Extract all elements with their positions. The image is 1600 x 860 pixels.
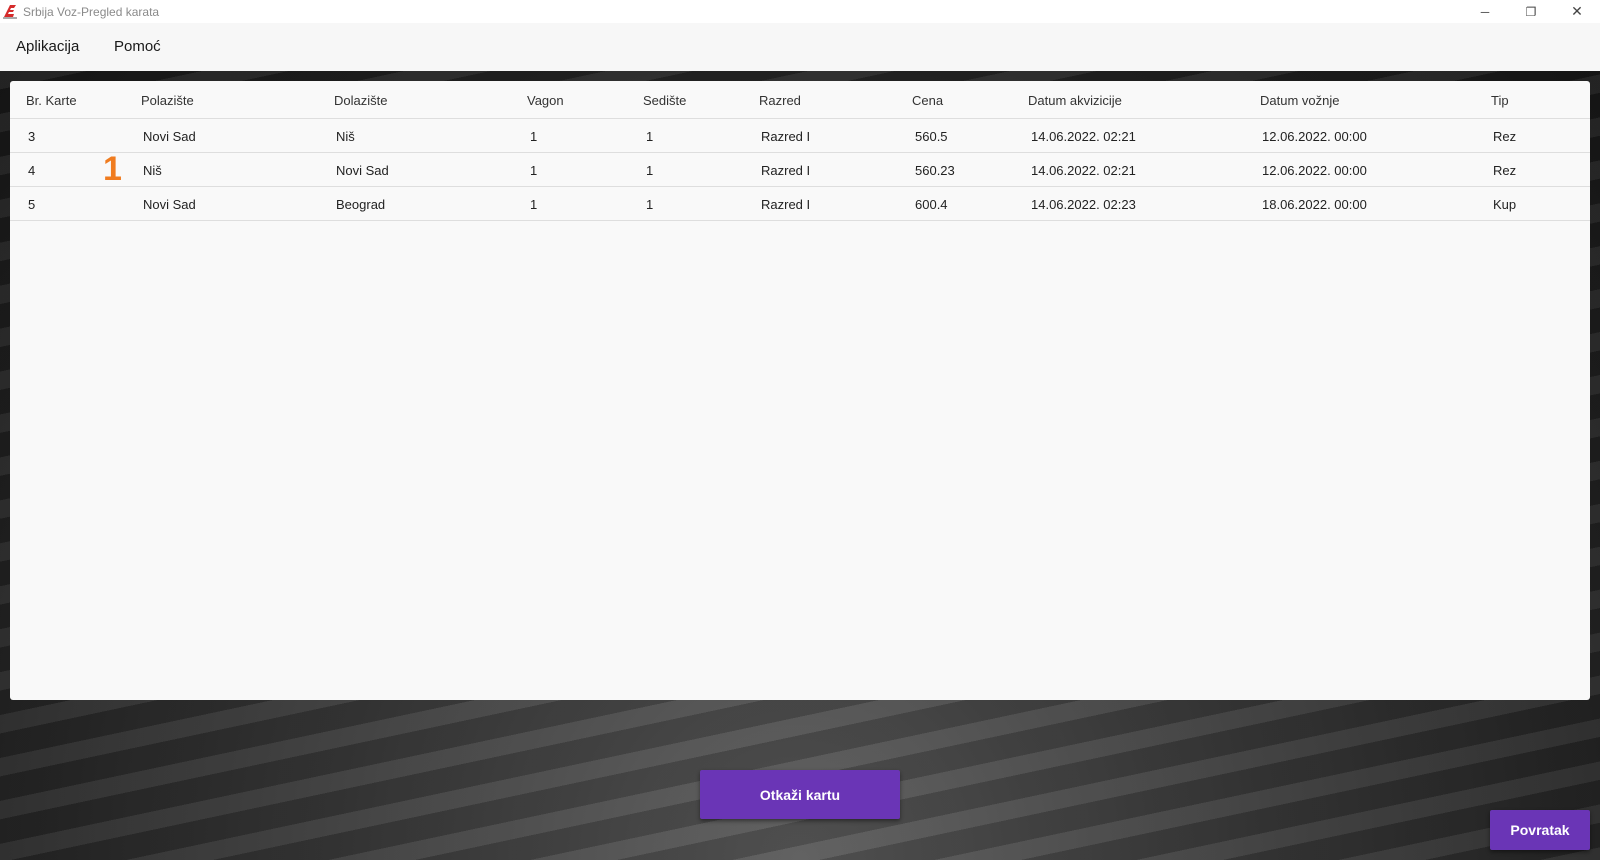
cell-polaziste: Novi Sad [143, 129, 196, 144]
column-header-datum-akvizicije[interactable]: Datum akvizicije [1028, 93, 1122, 108]
cell-vagon: 1 [530, 197, 538, 212]
cell-datum-akvizicije: 14.06.2022. 02:21 [1031, 163, 1136, 178]
column-header-dolaziste[interactable]: Dolazište [334, 93, 387, 108]
column-header-vagon[interactable]: Vagon [527, 93, 564, 108]
app-logo-icon [3, 5, 17, 19]
table-row[interactable]: 4 Niš Novi Sad 1 1 Razred I 560.23 14.06… [10, 153, 1590, 187]
cell-razred: Razred I [761, 129, 811, 144]
cell-br-karte: 4 [28, 163, 36, 178]
cell-polaziste: Novi Sad [143, 197, 196, 212]
column-header-sediste[interactable]: Sedište [643, 93, 686, 108]
cell-razred: Razred I [761, 197, 811, 212]
table-header: Br. Karte Polazište Dolazište Vagon Sedi… [10, 81, 1590, 119]
cell-datum-voznje: 12.06.2022. 00:00 [1262, 163, 1367, 178]
menu-item-aplikacija[interactable]: Aplikacija [16, 38, 79, 55]
table-row[interactable]: 5 Novi Sad Beograd 1 1 Razred I 600.4 14… [10, 187, 1590, 221]
cell-tip: Rez [1493, 163, 1517, 178]
cell-br-karte: 5 [28, 197, 36, 212]
cell-sediste: 1 [646, 197, 654, 212]
cell-cena: 560.23 [915, 163, 955, 178]
cell-sediste: 1 [646, 129, 654, 144]
cell-vagon: 1 [530, 163, 538, 178]
cell-datum-voznje: 18.06.2022. 00:00 [1262, 197, 1367, 212]
cell-sediste: 1 [646, 163, 654, 178]
column-header-tip[interactable]: Tip [1491, 93, 1509, 108]
cell-cena: 600.4 [915, 197, 948, 212]
column-header-datum-voznje[interactable]: Datum vožnje [1260, 93, 1339, 108]
tickets-table: Br. Karte Polazište Dolazište Vagon Sedi… [10, 81, 1590, 700]
cell-datum-akvizicije: 14.06.2022. 02:21 [1031, 129, 1136, 144]
cell-polaziste: Niš [143, 163, 162, 178]
back-button[interactable]: Povratak [1490, 810, 1590, 850]
close-icon[interactable]: ✕ [1554, 0, 1600, 23]
table-row[interactable]: 3 Novi Sad Niš 1 1 Razred I 560.5 14.06.… [10, 119, 1590, 153]
cell-tip: Rez [1493, 129, 1517, 144]
annotation-marker: 1 [103, 150, 122, 188]
minimize-icon[interactable]: ─ [1462, 0, 1508, 23]
cell-dolaziste: Niš [336, 129, 355, 144]
menu-item-pomoc[interactable]: Pomoć [114, 38, 161, 55]
column-header-polaziste[interactable]: Polazište [141, 93, 194, 108]
window-title: Srbija Voz-Pregled karata [23, 5, 160, 19]
cell-dolaziste: Novi Sad [336, 163, 389, 178]
cell-datum-voznje: 12.06.2022. 00:00 [1262, 129, 1367, 144]
cell-tip: Kup [1493, 197, 1517, 212]
cell-razred: Razred I [761, 163, 811, 178]
cell-vagon: 1 [530, 129, 538, 144]
column-header-cena[interactable]: Cena [912, 93, 943, 108]
cell-dolaziste: Beograd [336, 197, 386, 212]
cell-cena: 560.5 [915, 129, 948, 144]
column-header-razred[interactable]: Razred [759, 93, 801, 108]
column-header-br-karte[interactable]: Br. Karte [26, 93, 77, 108]
menu-bar: Aplikacija Pomoć [0, 23, 1600, 71]
title-bar: Srbija Voz-Pregled karata ─ ❐ ✕ [0, 0, 1600, 23]
cell-br-karte: 3 [28, 129, 36, 144]
cancel-ticket-button[interactable]: Otkaži kartu [700, 770, 900, 819]
restore-icon[interactable]: ❐ [1508, 0, 1554, 23]
cell-datum-akvizicije: 14.06.2022. 02:23 [1031, 197, 1136, 212]
